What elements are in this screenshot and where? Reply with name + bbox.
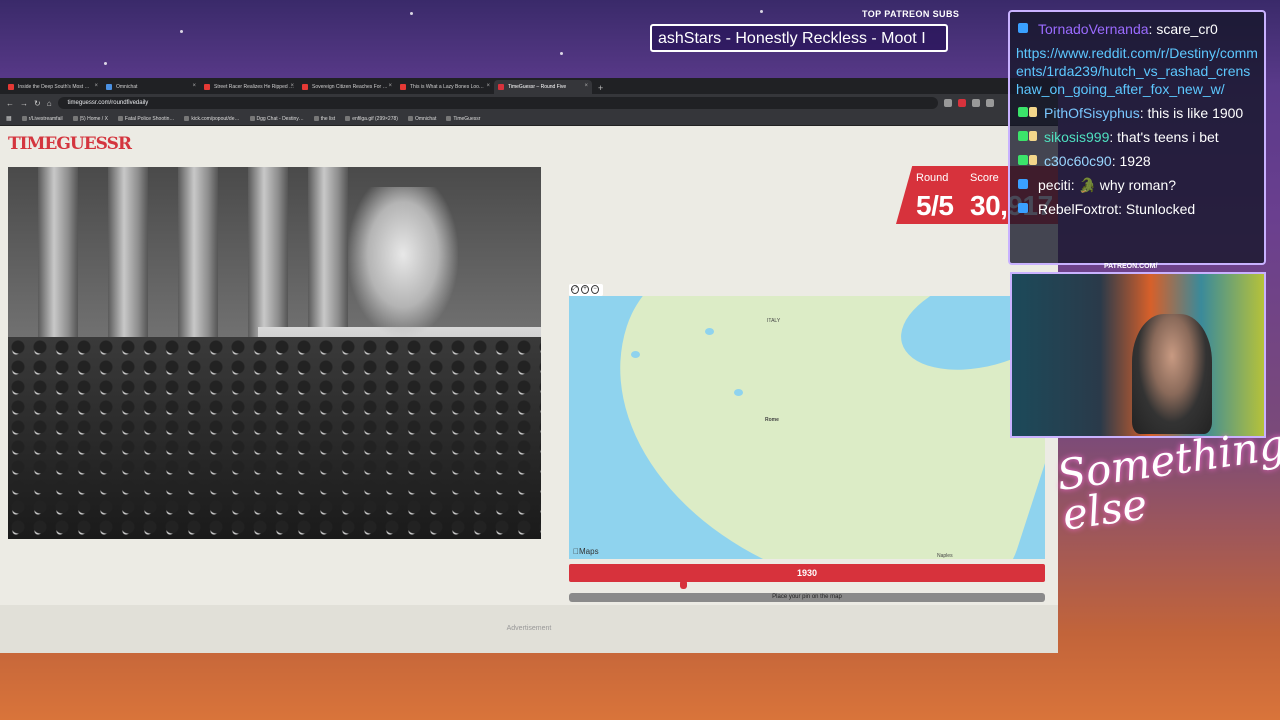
back-icon[interactable]: ← xyxy=(6,99,14,108)
new-tab-button[interactable]: + xyxy=(592,83,609,94)
timeguessr-logo[interactable]: TIMEGUESSR xyxy=(8,134,132,154)
browser-tab[interactable]: Inside the Deep South's Most … × xyxy=(4,80,102,94)
chat-message: PithOfSisyphus: this is like 1900 xyxy=(1016,104,1258,122)
chat-message: peciti: 🐊 why roman? xyxy=(1016,176,1258,194)
round-value: 5/5 xyxy=(916,190,954,221)
bookmark-item[interactable]: kick.com/popout/de… xyxy=(184,116,240,122)
map-label-city: Rome xyxy=(765,417,779,423)
chat-message: c30c60c90: 1928 xyxy=(1016,152,1258,170)
crowd xyxy=(8,337,541,539)
apps-grid-icon[interactable]: ▦ xyxy=(6,115,12,122)
round-photo xyxy=(8,167,541,539)
extension-icon[interactable] xyxy=(957,99,966,107)
bookmarks-bar: ▦ r/Livestreamfail (5) Home / X Fatal Po… xyxy=(0,112,1058,126)
chat-badge-icon xyxy=(1018,203,1028,213)
youtube-icon xyxy=(302,84,308,90)
sub-badge-icon xyxy=(1029,131,1037,141)
zoom-in-icon[interactable]: + xyxy=(581,285,589,294)
browser-tab[interactable]: Street Racer Realizes He Ripped … × xyxy=(200,80,298,94)
youtube-icon xyxy=(400,84,406,90)
statue xyxy=(348,187,458,337)
bookmark-icon xyxy=(407,116,413,121)
bookmark-item[interactable]: the list xyxy=(313,116,335,122)
chat-badge-icon xyxy=(1018,23,1028,33)
close-tab-icon[interactable]: × xyxy=(584,83,588,89)
guess-map[interactable]: ITALY Rome Naples Maps xyxy=(569,296,1045,559)
bookmark-icon xyxy=(72,116,78,121)
expand-map-icon[interactable]: ⤢ xyxy=(571,285,579,294)
chat-message: TornadoVernanda: scare_cr0 xyxy=(1016,20,1258,38)
bookmark-icon xyxy=(184,116,190,121)
chat-badge-icon xyxy=(1018,107,1028,117)
extension-icon[interactable] xyxy=(985,99,994,107)
streamer-webcam xyxy=(1010,272,1266,438)
round-label: Round xyxy=(916,172,949,184)
browser-tab[interactable]: This is What a Lazy Bones Loo… × xyxy=(396,80,494,94)
apple-maps-logo: Maps xyxy=(573,547,599,556)
close-tab-icon[interactable]: × xyxy=(388,83,392,89)
close-tab-icon[interactable]: × xyxy=(192,83,196,89)
bookmark-item[interactable]: Dgg Chat - Destiny… xyxy=(249,116,304,122)
bookmark-icon xyxy=(345,116,351,121)
tab-bar: Inside the Deep South's Most … × Omnichat… xyxy=(0,78,1058,94)
close-tab-icon[interactable]: × xyxy=(486,83,490,89)
bookmark-item[interactable]: (5) Home / X xyxy=(72,116,108,122)
bookmark-icon xyxy=(21,116,27,121)
bookmark-icon xyxy=(446,116,452,121)
chat-link[interactable]: https://www.reddit.com/r/Destiny/comment… xyxy=(1016,44,1258,98)
timeguessr-page: TIMEGUESSR Round Score 5/5 30,917 ⤢ + − xyxy=(0,126,1058,653)
bookmark-item[interactable]: enfilga.gif (299×278) xyxy=(345,116,398,122)
map-label-country: ITALY xyxy=(767,318,781,324)
browser-tab[interactable]: Sovereign Citizen Reaches For … × xyxy=(298,80,396,94)
advertisement-label: Advertisement xyxy=(506,625,552,632)
star-icon[interactable] xyxy=(943,99,952,107)
browser-tab[interactable]: Omnichat × xyxy=(102,80,200,94)
bookmark-icon xyxy=(313,116,319,121)
place-pin-button[interactable]: Place your pin on the map xyxy=(569,593,1045,602)
chat-overlay: TornadoVernanda: scare_cr0 https://www.r… xyxy=(1008,10,1266,265)
bookmark-icon xyxy=(249,116,255,121)
bookmark-item[interactable]: TimeGuessr xyxy=(446,116,480,122)
browser-tab-active[interactable]: TimeGuessr – Round Five × xyxy=(494,80,592,94)
chat-badge-icon xyxy=(1018,155,1028,165)
map-label-city: Naples xyxy=(937,553,953,559)
score-label: Score xyxy=(970,172,999,184)
forward-icon[interactable]: → xyxy=(20,99,28,108)
chat-message: sikosis999: that's teens i bet xyxy=(1016,128,1258,146)
patreon-url-label: PATREON.COM/ xyxy=(1104,263,1158,270)
url-field[interactable]: timeguessr.com/roundfivedaily xyxy=(57,97,938,109)
chat-message: RebelFoxtrot: Stunlocked xyxy=(1016,200,1258,218)
home-icon[interactable]: ⌂ xyxy=(47,99,52,108)
browser-window: Inside the Deep South's Most … × Omnichat… xyxy=(0,78,1058,653)
bookmark-item[interactable]: r/Livestreamfail xyxy=(21,116,63,122)
top-patreon-label: TOP PATREON SUBS xyxy=(862,9,960,19)
address-bar-row: ← → ↻ ⌂ timeguessr.com/roundfivedaily xyxy=(0,94,1058,112)
patreon-ticker: ashStars - Honestly Reckless - Moot I xyxy=(650,24,948,52)
bookmark-item[interactable]: Fatal Police Shootin… xyxy=(117,116,174,122)
sub-badge-icon xyxy=(1029,155,1037,165)
youtube-icon xyxy=(8,84,14,90)
timeguessr-icon xyxy=(498,84,504,90)
bookmark-item[interactable]: Omnichat xyxy=(407,116,436,122)
close-tab-icon[interactable]: × xyxy=(290,83,294,89)
chat-badge-icon xyxy=(1018,131,1028,141)
ad-strip: Advertisement xyxy=(0,605,1058,653)
sub-badge-icon xyxy=(1029,107,1037,117)
youtube-icon xyxy=(204,84,210,90)
chat-badge-icon xyxy=(1018,179,1028,189)
streamer xyxy=(1132,314,1212,434)
extension-icon[interactable] xyxy=(971,99,980,107)
chat-icon xyxy=(106,84,112,90)
reload-icon[interactable]: ↻ xyxy=(34,99,41,108)
year-slider-handle[interactable] xyxy=(680,580,688,589)
bookmark-icon xyxy=(117,116,123,121)
map-controls: ⤢ + − xyxy=(569,284,603,296)
year-slider-track[interactable]: 1930 xyxy=(569,564,1045,582)
zoom-out-icon[interactable]: − xyxy=(591,285,599,294)
close-tab-icon[interactable]: × xyxy=(94,83,98,89)
